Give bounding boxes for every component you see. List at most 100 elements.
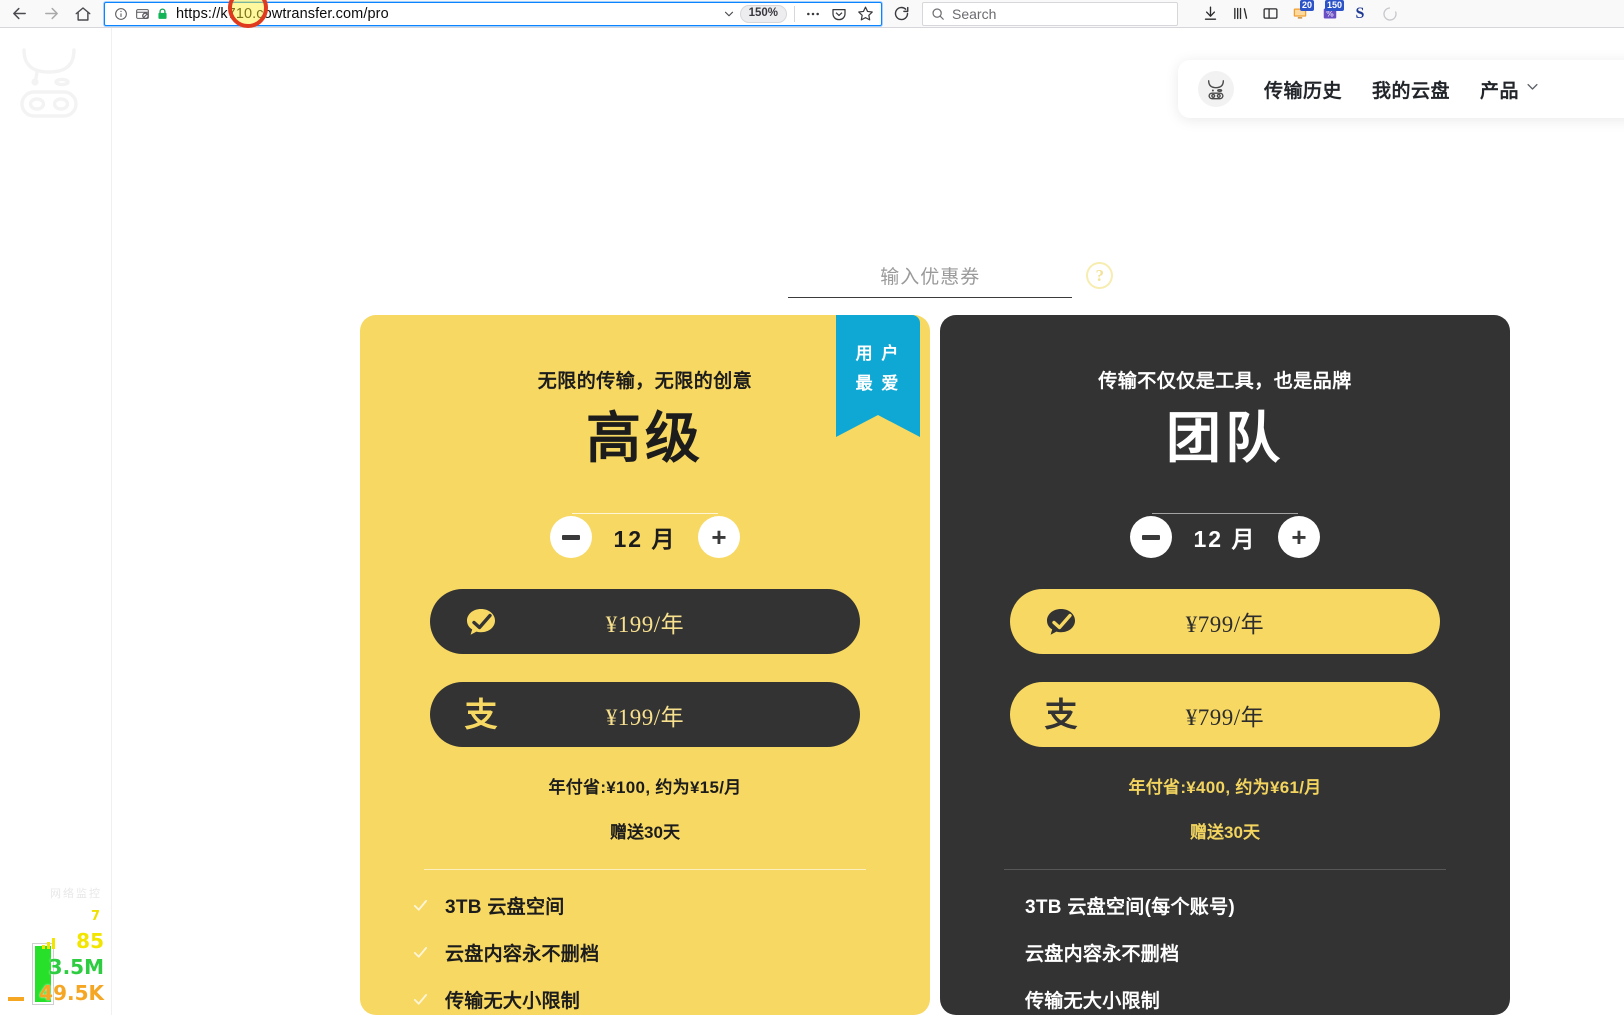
stepper-value: 12 月 bbox=[1193, 526, 1257, 552]
alipay-price: ¥799/年 bbox=[1185, 704, 1265, 730]
downloads-icon[interactable] bbox=[1196, 1, 1224, 27]
coupon-placeholder: 输入优惠券 bbox=[880, 267, 981, 288]
page-actions-icon[interactable] bbox=[802, 3, 824, 25]
check-icon bbox=[412, 897, 429, 914]
wechat-pay-price: ¥199/年 bbox=[605, 611, 685, 637]
chevron-down-icon bbox=[1525, 78, 1540, 100]
extension-s-letter: S bbox=[1355, 4, 1365, 22]
most-popular-ribbon: 用 户 最 爱 bbox=[836, 315, 920, 437]
wechat-pay-price: ¥799/年 bbox=[1185, 611, 1265, 637]
sidebar-icon[interactable] bbox=[1256, 1, 1284, 27]
annual-savings-text: 年付省:¥100, 约为¥15/月 bbox=[548, 778, 742, 797]
duration-stepper: 12 月 + bbox=[1130, 513, 1320, 561]
feature-label: 3TB 云盘空间(每个账号) bbox=[1025, 897, 1236, 918]
cow-logo-icon bbox=[14, 42, 84, 120]
padlock-icon[interactable] bbox=[156, 7, 169, 21]
zoom-level-badge[interactable]: 150% bbox=[739, 4, 787, 23]
library-icon[interactable] bbox=[1226, 1, 1254, 27]
card-tagline: 无限的传输，无限的创意 bbox=[537, 371, 753, 392]
feature-list: 3TB 云盘空间 云盘内容永不删档 传输无大小限制 bbox=[412, 892, 878, 1013]
annual-savings-text: 年付省:¥400, 约为¥61/月 bbox=[1128, 778, 1322, 797]
extension-badge-count: 20 bbox=[1299, 0, 1314, 11]
alipay-button[interactable]: 支 ¥799/年 bbox=[1010, 682, 1440, 747]
bookmark-star-icon[interactable] bbox=[854, 3, 876, 25]
net-monitor-sub: 7 bbox=[90, 909, 100, 924]
ribbon-line-1: 用 户 bbox=[855, 344, 901, 363]
card-title: 高级 bbox=[585, 407, 704, 469]
feature-item: 3TB 云盘空间 bbox=[412, 892, 878, 919]
wechat-pay-button[interactable]: ¥199/年 bbox=[430, 589, 860, 654]
feature-label: 3TB 云盘空间 bbox=[445, 897, 565, 918]
nav-item-label: 传输历史 bbox=[1264, 80, 1343, 102]
pocket-icon[interactable] bbox=[828, 3, 850, 25]
signal-bars-icon bbox=[42, 934, 60, 953]
pricing-card-team: 传输不仅仅是工具，也是品牌 团队 12 月 + ¥799/年 支 ¥799/年 … bbox=[940, 315, 1510, 1015]
alipay-price: ¥199/年 bbox=[605, 704, 685, 730]
tracking-protection-icon[interactable] bbox=[135, 7, 149, 21]
search-icon bbox=[931, 7, 945, 21]
feature-item: 3TB 云盘空间(每个账号) bbox=[992, 892, 1458, 919]
cow-face-icon[interactable] bbox=[1198, 71, 1234, 107]
wechat-pay-button[interactable]: ¥799/年 bbox=[1010, 589, 1440, 654]
feature-label: 云盘内容永不删档 bbox=[1025, 944, 1180, 965]
bonus-days-text: 赠送30天 bbox=[1190, 823, 1260, 842]
coupon-input[interactable]: 输入优惠券 bbox=[788, 262, 1073, 298]
nav-item-transfer-history[interactable]: 传输历史 bbox=[1264, 76, 1342, 103]
stepper-increase-button[interactable]: + bbox=[697, 516, 740, 558]
feature-item: 传输无大小限制 bbox=[992, 986, 1458, 1013]
stepper-decrease-button[interactable] bbox=[550, 516, 592, 558]
feature-label: 云盘内容永不删档 bbox=[445, 944, 600, 965]
net-monitor-signal-value: 85 bbox=[76, 929, 104, 953]
toolbar-divider bbox=[794, 5, 795, 22]
home-icon[interactable] bbox=[68, 1, 98, 27]
net-monitor-download-value: 3.5M bbox=[48, 955, 104, 979]
stepper-increase-button[interactable]: + bbox=[1277, 516, 1320, 558]
check-icon bbox=[412, 991, 429, 1008]
plus-glyph: + bbox=[1291, 521, 1307, 552]
plus-glyph: + bbox=[711, 521, 727, 552]
feature-item: 云盘内容永不删档 bbox=[992, 939, 1458, 966]
loading-spinner-icon bbox=[1376, 1, 1404, 27]
card-divider bbox=[424, 869, 866, 870]
chevron-down-icon[interactable] bbox=[722, 7, 736, 21]
pricing-card-premium: 用 户 最 爱 无限的传输，无限的创意 高级 12 月 + ¥199/年 支 ¥… bbox=[360, 315, 930, 1015]
feature-item: 传输无大小限制 bbox=[412, 986, 878, 1013]
question-mark-icon[interactable]: ? bbox=[1086, 262, 1113, 289]
extension-orange-icon[interactable]: 20 bbox=[1286, 0, 1314, 27]
feature-item: 云盘内容永不删档 bbox=[412, 939, 878, 966]
net-monitor-upload-value: 49.5K bbox=[39, 981, 104, 1005]
page-info-icon[interactable] bbox=[114, 7, 128, 21]
network-monitor-overlay: 网络监控 7 85 3.5M 49.5K bbox=[4, 881, 108, 1011]
duration-stepper: 12 月 + bbox=[550, 513, 740, 561]
card-title: 团队 bbox=[1165, 407, 1284, 469]
feature-label: 传输无大小限制 bbox=[1025, 991, 1161, 1012]
toolbar-extensions: 20 % 150 S bbox=[1196, 0, 1404, 27]
reload-icon[interactable] bbox=[886, 1, 916, 27]
back-arrow-icon[interactable] bbox=[4, 1, 34, 27]
search-input[interactable]: Search bbox=[922, 1, 1178, 26]
net-monitor-title: 网络监控 bbox=[50, 887, 102, 900]
extension-percent-icon[interactable]: % 150 bbox=[1316, 0, 1344, 27]
nav-item-products[interactable]: 产品 bbox=[1480, 76, 1540, 103]
check-icon bbox=[412, 944, 429, 961]
bonus-days-text: 赠送30天 bbox=[610, 823, 680, 842]
extension-s-icon[interactable]: S bbox=[1346, 1, 1374, 27]
coupon-row: 输入优惠券 ? bbox=[788, 228, 1113, 298]
address-bar-actions: 150% bbox=[722, 3, 881, 25]
nav-item-my-cloud[interactable]: 我的云盘 bbox=[1372, 76, 1450, 103]
alipay-button[interactable]: 支 ¥199/年 bbox=[430, 682, 860, 747]
forward-arrow-icon[interactable] bbox=[36, 1, 66, 27]
page-content: 网络监控 7 85 3.5M 49.5K 传输历史 我的云盘 产品 输入优惠券 … bbox=[0, 28, 1624, 1015]
nav-item-label: 我的云盘 bbox=[1372, 80, 1451, 102]
address-bar-icons bbox=[105, 7, 176, 21]
nav-item-label: 产品 bbox=[1480, 80, 1520, 102]
feature-list: 3TB 云盘空间(每个账号) 云盘内容永不删档 传输无大小限制 bbox=[992, 892, 1458, 1013]
page-left-gutter: 网络监控 7 85 3.5M 49.5K bbox=[0, 28, 112, 1015]
ribbon-line-2: 最 爱 bbox=[855, 374, 901, 393]
stepper-decrease-button[interactable] bbox=[1130, 516, 1172, 558]
search-placeholder: Search bbox=[952, 5, 997, 22]
extension-badge-zoom: 150 bbox=[1324, 0, 1344, 11]
address-bar[interactable]: https://k710.cowtransfer.com/pro 150% bbox=[104, 1, 882, 26]
net-monitor-dash bbox=[8, 997, 24, 1001]
stepper-value: 12 月 bbox=[613, 526, 677, 552]
